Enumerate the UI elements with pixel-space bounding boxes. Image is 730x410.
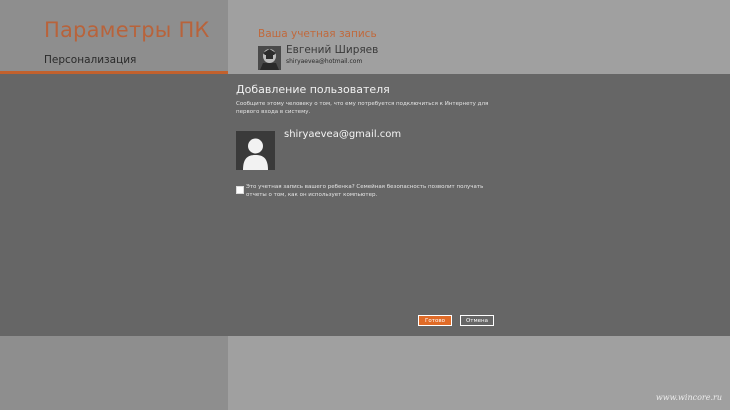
account-avatar <box>258 46 281 70</box>
new-user-email: shiryaevea@gmail.com <box>284 129 402 140</box>
child-account-label: Это учетная запись вашего ребенка? Семей… <box>246 184 484 198</box>
account-email: shiryaevea@hotmail.com <box>286 58 363 65</box>
cancel-button[interactable]: Отмена <box>460 315 494 326</box>
dialog-description: Сообщите этому человеку о том, что ему п… <box>236 101 489 115</box>
add-user-dialog: Добавление пользователя Сообщите этому ч… <box>0 74 730 336</box>
app-title: Параметры ПК <box>44 18 210 42</box>
watermark: www.wincore.ru <box>655 393 722 402</box>
done-button[interactable]: Готово <box>418 315 452 326</box>
dialog-title: Добавление пользователя <box>236 83 390 96</box>
account-section-header: Ваша учетная запись <box>258 28 377 40</box>
nav-item-personalization[interactable]: Персонализация <box>44 54 136 66</box>
child-account-checkbox[interactable] <box>236 186 244 194</box>
user-placeholder-icon <box>236 131 275 170</box>
account-name: Евгений Ширяев <box>286 44 379 56</box>
